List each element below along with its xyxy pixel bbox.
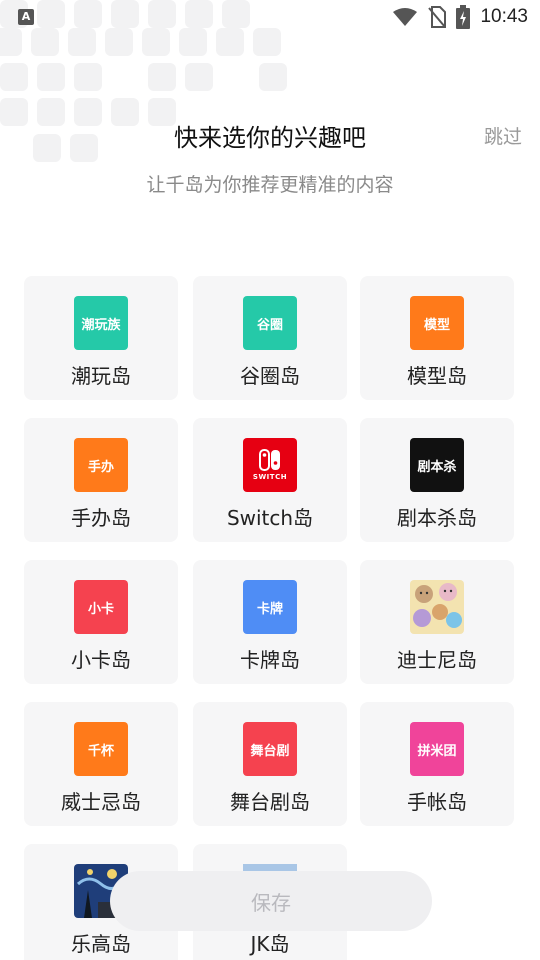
interest-label: 小卡岛 xyxy=(71,648,131,672)
moxing-icon: 模型 xyxy=(410,296,464,350)
app-notification-icon: A xyxy=(18,9,34,25)
interest-card-jubensha[interactable]: 剧本杀 剧本杀岛 xyxy=(360,418,514,542)
interest-label: 乐高岛 xyxy=(71,932,131,956)
interest-label: 卡牌岛 xyxy=(240,648,300,672)
skip-button[interactable]: 跳过 xyxy=(484,122,522,149)
disney-bears-icon xyxy=(410,580,464,634)
wutaiju-icon: 舞台剧 xyxy=(243,722,297,776)
interest-label: 剧本杀岛 xyxy=(397,506,477,530)
interest-card-guquan[interactable]: 谷圈 谷圈岛 xyxy=(193,276,347,400)
qianbei-icon: 千杯 xyxy=(74,722,128,776)
no-sim-icon xyxy=(428,6,447,28)
guquan-icon: 谷圈 xyxy=(243,296,297,350)
interest-label: 潮玩岛 xyxy=(71,364,131,388)
jubensha-icon: 剧本杀 xyxy=(410,438,464,492)
interest-label: Switch岛 xyxy=(226,506,314,530)
page-title: 快来选你的兴趣吧 xyxy=(174,124,366,152)
interest-card-switch[interactable]: SWITCH Switch岛 xyxy=(193,418,347,542)
nintendo-switch-icon: SWITCH xyxy=(243,438,297,492)
status-bar: A 10:43 xyxy=(0,0,540,36)
save-button[interactable]: 保存 xyxy=(110,871,432,931)
interest-label: JK岛 xyxy=(250,932,290,956)
interest-label: 模型岛 xyxy=(407,364,467,388)
chaowan-icon: 潮玩族 xyxy=(74,296,128,350)
status-time: 10:43 xyxy=(480,6,528,27)
interest-label: 舞台剧岛 xyxy=(230,790,310,814)
interest-card-shouban[interactable]: 手办 手办岛 xyxy=(24,418,178,542)
interest-label: 威士忌岛 xyxy=(61,790,141,814)
wifi-icon xyxy=(393,8,418,26)
header: 快来选你的兴趣吧 跳过 让千岛为你推荐更精准的内容 xyxy=(0,112,540,202)
xiaoka-icon: 小卡 xyxy=(74,580,128,634)
pinmituan-icon: 拼米团 xyxy=(410,722,464,776)
switch-logo-icon xyxy=(259,449,280,471)
battery-charging-icon xyxy=(456,5,471,29)
interest-label: 手帐岛 xyxy=(407,790,467,814)
interest-card-disney[interactable]: 迪士尼岛 xyxy=(360,560,514,684)
interest-card-chaowan[interactable]: 潮玩族 潮玩岛 xyxy=(24,276,178,400)
interest-card-xiaoka[interactable]: 小卡 小卡岛 xyxy=(24,560,178,684)
kapai-icon: 卡牌 xyxy=(243,580,297,634)
interest-label: 手办岛 xyxy=(71,506,131,530)
shouban-icon: 手办 xyxy=(74,438,128,492)
interest-card-whisky[interactable]: 千杯 威士忌岛 xyxy=(24,702,178,826)
interest-card-shouzhang[interactable]: 拼米团 手帐岛 xyxy=(360,702,514,826)
interest-label: 谷圈岛 xyxy=(240,364,300,388)
interest-card-wutaiju[interactable]: 舞台剧 舞台剧岛 xyxy=(193,702,347,826)
interest-card-moxing[interactable]: 模型 模型岛 xyxy=(360,276,514,400)
save-button-label: 保存 xyxy=(251,890,291,915)
interest-card-kapai[interactable]: 卡牌 卡牌岛 xyxy=(193,560,347,684)
page-subtitle: 让千岛为你推荐更精准的内容 xyxy=(146,174,394,196)
interest-label: 迪士尼岛 xyxy=(397,648,477,672)
